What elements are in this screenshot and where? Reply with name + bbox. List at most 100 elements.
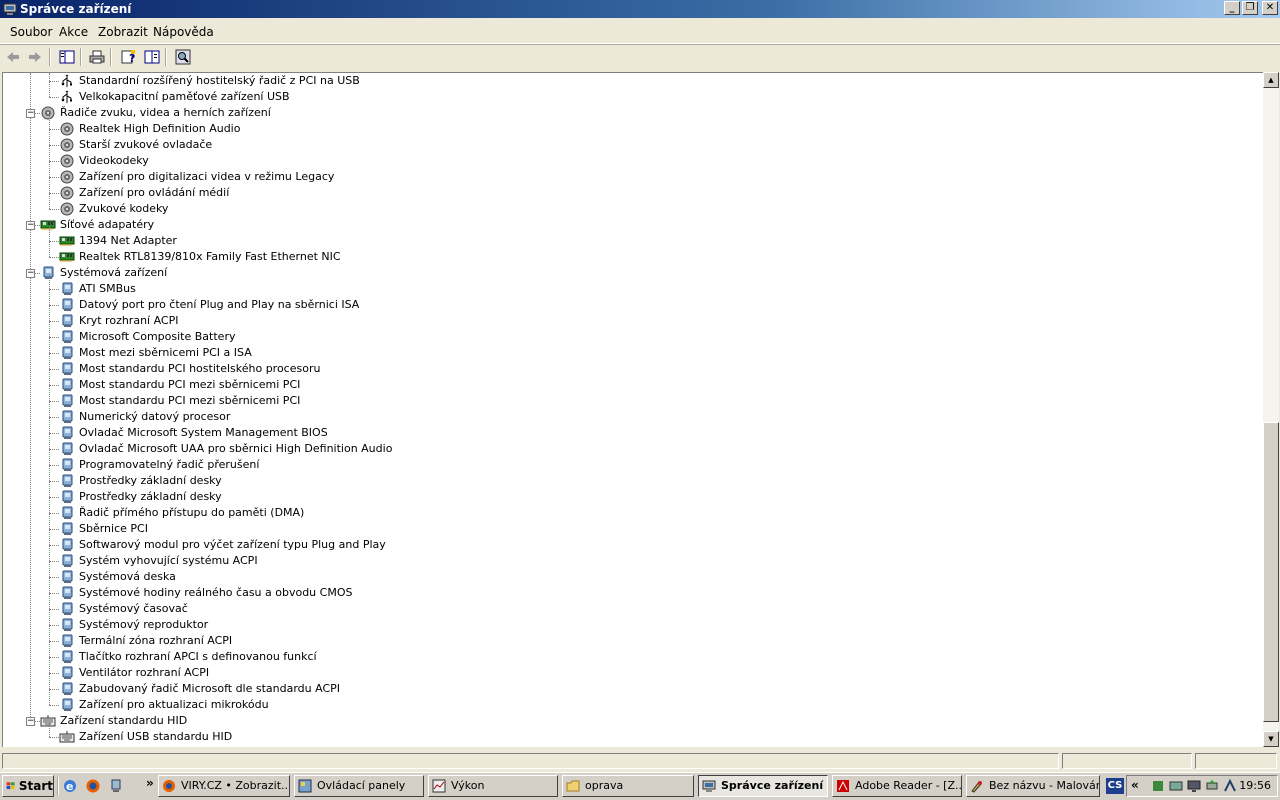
safely-remove-icon[interactable]	[1205, 779, 1219, 793]
menu-zobrazit[interactable]: Zobrazit	[98, 25, 148, 39]
tree-device[interactable]: Zařízení pro aktualizaci mikrokódu	[3, 697, 1263, 713]
tree-item-label: Starší zvukové ovladače	[79, 138, 213, 151]
quicklaunch-chevron[interactable]: »	[146, 776, 154, 790]
tree-device[interactable]: 1394 Net Adapter	[3, 233, 1263, 249]
scroll-thumb[interactable]	[1263, 422, 1279, 722]
tree-device[interactable]: Prostředky základní desky	[3, 473, 1263, 489]
speaker-icon	[59, 122, 75, 136]
network-icon[interactable]	[1151, 779, 1165, 793]
taskbar-button[interactable]: Adobe Reader - [Z...	[832, 775, 962, 797]
scan-hardware-button[interactable]	[173, 47, 193, 67]
clock[interactable]: 19:56	[1239, 779, 1271, 792]
tree-connector	[49, 193, 59, 194]
tray-expand-chevron[interactable]: «	[1131, 778, 1139, 792]
tree-device[interactable]: Softwarový modul pro výčet zařízení typu…	[3, 537, 1263, 553]
taskbar-button[interactable]: oprava	[562, 775, 694, 797]
taskbar-button[interactable]: Výkon	[428, 775, 558, 797]
back-button[interactable]	[3, 47, 23, 67]
tree-device[interactable]: Zařízení pro ovládání médií	[3, 185, 1263, 201]
menu-akce[interactable]: Akce	[59, 25, 88, 39]
properties-button[interactable]	[142, 47, 162, 67]
taskbar-button[interactable]: Bez názvu - Malování	[966, 775, 1100, 797]
network-card-icon	[59, 234, 75, 248]
tree-device[interactable]: Starší zvukové ovladače	[3, 137, 1263, 153]
help-button[interactable]: ?	[118, 47, 138, 67]
tree-device[interactable]: Ventilátor rozhraní ACPI	[3, 665, 1263, 681]
tree-item-label: Kryt rozhraní ACPI	[79, 314, 179, 327]
connection-icon[interactable]	[1223, 779, 1237, 793]
close-button[interactable]: ✕	[1262, 1, 1278, 15]
tree-device[interactable]: Termální zóna rozhraní ACPI	[3, 633, 1263, 649]
tree-device[interactable]: Videokodeky	[3, 153, 1263, 169]
ie-icon[interactable]: e	[62, 778, 78, 794]
firefox-icon[interactable]	[85, 778, 101, 794]
restore-button[interactable]: ❐	[1242, 1, 1258, 15]
tree-device[interactable]: Systém vyhovující systému ACPI	[3, 553, 1263, 569]
collapse-toggle[interactable]: −	[26, 221, 35, 230]
tree-device[interactable]: Ovladač Microsoft UAA pro sběrnici High …	[3, 441, 1263, 457]
computer-icon	[59, 362, 75, 376]
tree-device[interactable]: Most standardu PCI hostitelského proceso…	[3, 361, 1263, 377]
taskbar-button[interactable]: Ovládací panely	[294, 775, 424, 797]
taskbar-button[interactable]: VIRY.CZ • Zobrazit...	[158, 775, 290, 797]
minimize-button[interactable]: _	[1224, 1, 1240, 15]
tree-device[interactable]: Zařízení pro digitalizaci videa v režimu…	[3, 169, 1263, 185]
tree-category[interactable]: − Zařízení standardu HID	[3, 713, 1263, 729]
tree-device[interactable]: Most standardu PCI mezi sběrnicemi PCI	[3, 393, 1263, 409]
tree-device[interactable]: Standardní rozšířený hostitelský řadič z…	[3, 73, 1263, 89]
tree-device[interactable]: Ovladač Microsoft System Management BIOS	[3, 425, 1263, 441]
tree-category[interactable]: − Řadiče zvuku, videa a herních zařízení	[3, 105, 1263, 121]
device-manager-icon	[3, 3, 17, 15]
tree-category[interactable]: − Síťové adapatéry	[3, 217, 1263, 233]
monitor-icon[interactable]	[1187, 779, 1201, 793]
collapse-toggle[interactable]: −	[26, 717, 35, 726]
tree-device[interactable]: Most standardu PCI mezi sběrnicemi PCI	[3, 377, 1263, 393]
vertical-scrollbar[interactable]: ▲ ▼	[1263, 72, 1279, 747]
computer-icon	[59, 522, 75, 536]
tree-device[interactable]: ATI SMBus	[3, 281, 1263, 297]
scroll-up-button[interactable]: ▲	[1263, 72, 1279, 88]
scroll-down-button[interactable]: ▼	[1263, 731, 1279, 747]
tree-connector	[49, 545, 59, 546]
tree-device[interactable]: Systémové hodiny reálného času a obvodu …	[3, 585, 1263, 601]
tree-device[interactable]: Datový port pro čtení Plug and Play na s…	[3, 297, 1263, 313]
tree-device[interactable]: Zvukové kodeky	[3, 201, 1263, 217]
taskbar-button[interactable]: Správce zařízení	[698, 775, 828, 797]
tree-category[interactable]: − Systémová zařízení	[3, 265, 1263, 281]
tree-device[interactable]: Realtek RTL8139/810x Family Fast Etherne…	[3, 249, 1263, 265]
print-button[interactable]	[87, 47, 107, 67]
tree-device[interactable]: Programovatelný řadič přerušení	[3, 457, 1263, 473]
language-indicator[interactable]: CS	[1106, 778, 1124, 794]
tree-connector	[49, 593, 59, 594]
tree-device[interactable]: Řadič přímého přístupu do paměti (DMA)	[3, 505, 1263, 521]
tree-device[interactable]: Prostředky základní desky	[3, 489, 1263, 505]
start-button[interactable]: Start	[2, 775, 54, 797]
tree-device[interactable]: Most mezi sběrnicemi PCI a ISA	[3, 345, 1263, 361]
device-manager-icon[interactable]	[108, 778, 124, 794]
tree-device[interactable]: Sběrnice PCI	[3, 521, 1263, 537]
tree-device[interactable]: Kryt rozhraní ACPI	[3, 313, 1263, 329]
tree-device[interactable]: Systémový reproduktor	[3, 617, 1263, 633]
hardware-icon[interactable]	[1169, 779, 1183, 793]
tree-device[interactable]: Velkokapacitní paměťové zařízení USB	[3, 89, 1263, 105]
taskbar-button-label: Správce zařízení	[721, 779, 824, 792]
tree-item-label: Microsoft Composite Battery	[79, 330, 236, 343]
tree-device[interactable]: Zařízení USB standardu HID	[3, 729, 1263, 745]
tree-device[interactable]: Microsoft Composite Battery	[3, 329, 1263, 345]
keyboard-icon	[40, 714, 56, 728]
arrow-right-icon	[29, 52, 41, 62]
tree-device[interactable]: Systémová deska	[3, 569, 1263, 585]
menu-napoveda[interactable]: Nápověda	[153, 25, 214, 39]
collapse-toggle[interactable]: −	[26, 109, 35, 118]
tree-device[interactable]: Tlačítko rozhraní APCI s definovanou fun…	[3, 649, 1263, 665]
tree-device[interactable]: Realtek High Definition Audio	[3, 121, 1263, 137]
tree-connector	[49, 609, 59, 610]
tree-device[interactable]: Systémový časovač	[3, 601, 1263, 617]
computer-icon	[59, 330, 75, 344]
collapse-toggle[interactable]: −	[26, 269, 35, 278]
menu-soubor[interactable]: Soubor	[10, 25, 52, 39]
tree-device[interactable]: Numerický datový procesor	[3, 409, 1263, 425]
tree-device[interactable]: Zabudovaný řadič Microsoft dle standardu…	[3, 681, 1263, 697]
show-hide-tree-button[interactable]	[57, 47, 77, 67]
forward-button[interactable]	[25, 47, 45, 67]
